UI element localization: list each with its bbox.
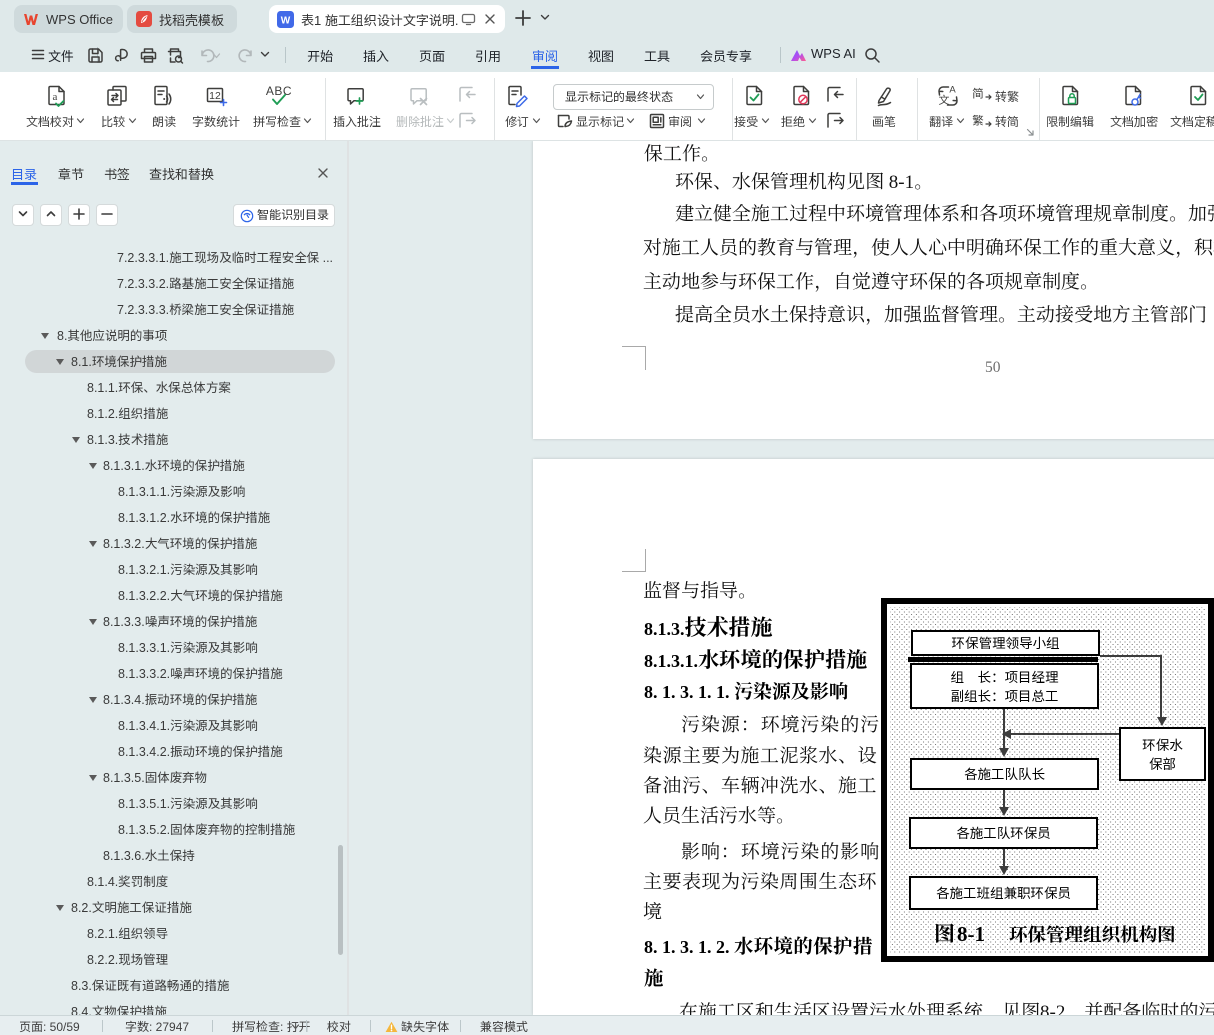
svg-text:简: 简 (972, 86, 984, 100)
svg-text:繁: 繁 (972, 113, 984, 127)
svg-text:A: A (949, 85, 956, 96)
